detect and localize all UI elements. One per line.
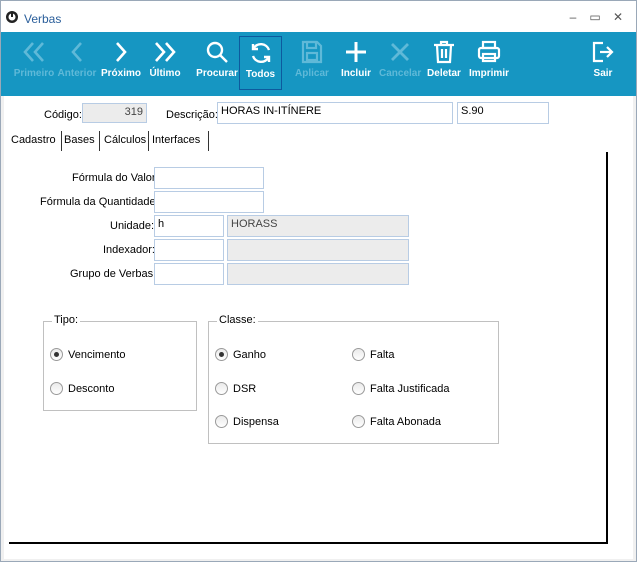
aplicar-button[interactable]: Aplicar (291, 36, 333, 90)
refresh-icon (251, 42, 270, 64)
classe-falta-abonada-label: Falta Abonada (370, 416, 441, 428)
descricao-label: Descrição: (166, 109, 218, 121)
incluir-button[interactable]: Incluir (337, 36, 375, 90)
codigo-field[interactable]: 319 (82, 103, 147, 123)
classe-dispensa-label: Dispensa (233, 416, 279, 428)
chevron-left-icon (71, 42, 82, 62)
trash-icon (434, 40, 454, 64)
formula-quantidade-field[interactable] (154, 191, 264, 213)
anterior-button[interactable]: Anterior (57, 36, 97, 90)
grupo-verbas-desc-field (227, 263, 409, 285)
toolbar: Primeiro Anterior Próximo Último Procura… (1, 32, 636, 96)
search-icon (206, 41, 228, 63)
deletar-button[interactable]: Deletar (425, 36, 463, 90)
x-icon (391, 43, 409, 61)
primeiro-label: Primeiro (13, 68, 55, 79)
sair-label: Sair (593, 68, 613, 79)
maximize-button[interactable]: ▭ (584, 7, 606, 27)
classe-falta-label: Falta (370, 349, 395, 361)
unidade-desc-field: HORASS (227, 215, 409, 237)
ultimo-label: Último (149, 68, 181, 79)
printer-icon (477, 40, 501, 63)
unidade-field[interactable]: h (154, 215, 224, 237)
grupo-verbas-label: Grupo de Verbas: (70, 268, 157, 280)
classe-dsr-label: DSR (233, 383, 257, 395)
window-title: Verbas (24, 12, 62, 26)
formula-quantidade-label: Fórmula da Quantidade: (40, 196, 159, 208)
cancelar-label: Cancelar (379, 68, 422, 79)
codigo-extra-field[interactable]: S.90 (457, 102, 549, 124)
classe-falta-justificada-label: Falta Justificada (370, 383, 450, 395)
todos-label: Todos (245, 69, 276, 80)
save-icon (301, 40, 323, 64)
plus-icon (346, 42, 366, 62)
grupo-verbas-field[interactable] (154, 263, 224, 285)
sair-button[interactable]: Sair (585, 36, 621, 90)
cadastro-panel: Fórmula do Valor: Fórmula da Quantidade:… (9, 152, 608, 544)
tipo-desconto-label: Desconto (68, 383, 115, 395)
main-content: Código: 319 Descrição: HORAS IN-ITÍNERE … (4, 96, 633, 559)
verbas-window: Verbas – ▭ ✕ Primeiro Anterior Próximo Ú… (0, 0, 637, 562)
radio-unselected-icon (50, 382, 63, 395)
descricao-field[interactable]: HORAS IN-ITÍNERE (217, 102, 453, 124)
unidade-label: Unidade: (110, 220, 155, 232)
title-bar: Verbas – ▭ ✕ (1, 1, 636, 32)
todos-button[interactable]: Todos (239, 36, 282, 90)
procurar-button[interactable]: Procurar (193, 36, 241, 90)
aplicar-label: Aplicar (295, 68, 329, 79)
tab-bases[interactable]: Bases (62, 131, 100, 151)
indexador-desc-field (227, 239, 409, 261)
indexador-field[interactable] (154, 239, 224, 261)
minimize-button[interactable]: – (562, 7, 584, 27)
formula-valor-field[interactable] (154, 167, 264, 189)
app-logo-icon (6, 11, 18, 23)
imprimir-button[interactable]: Imprimir (466, 36, 512, 90)
indexador-label: Indexador: (103, 244, 155, 256)
primeiro-button[interactable]: Primeiro (11, 36, 57, 90)
ultimo-button[interactable]: Último (145, 36, 185, 90)
double-chevron-left-icon (23, 42, 44, 62)
tipo-title: Tipo: (52, 314, 81, 326)
tab-cadastro[interactable]: Cadastro (9, 131, 62, 151)
radio-selected-icon (50, 348, 63, 361)
tipo-vencimento-label: Vencimento (68, 349, 126, 361)
exit-icon (592, 41, 614, 63)
tipo-groupbox: Tipo: Vencimento Desconto (43, 314, 197, 411)
formula-valor-label: Fórmula do Valor: (72, 172, 159, 184)
chevron-right-icon (116, 42, 127, 62)
procurar-label: Procurar (196, 68, 238, 79)
classe-groupbox: Classe: Ganho DSR Dispensa Falta Falta J… (208, 314, 499, 444)
incluir-label: Incluir (340, 68, 371, 79)
tab-calculos[interactable]: Cálculos (102, 131, 149, 151)
anterior-label: Anterior (57, 68, 97, 79)
radio-unselected-icon (215, 415, 228, 428)
radio-unselected-icon (352, 348, 365, 361)
imprimir-label: Imprimir (468, 68, 509, 79)
codigo-label: Código: (44, 109, 82, 121)
deletar-label: Deletar (427, 68, 461, 79)
close-button[interactable]: ✕ (607, 7, 629, 27)
radio-unselected-icon (352, 415, 365, 428)
cancelar-button[interactable]: Cancelar (379, 36, 421, 90)
proximo-label: Próximo (100, 68, 141, 79)
radio-unselected-icon (352, 382, 365, 395)
radio-unselected-icon (215, 382, 228, 395)
classe-ganho-label: Ganho (233, 349, 267, 361)
double-chevron-right-icon (155, 42, 176, 62)
classe-title: Classe: (217, 314, 258, 326)
tab-interfaces[interactable]: Interfaces (150, 131, 209, 151)
proximo-button[interactable]: Próximo (100, 36, 142, 90)
radio-selected-icon (215, 348, 228, 361)
